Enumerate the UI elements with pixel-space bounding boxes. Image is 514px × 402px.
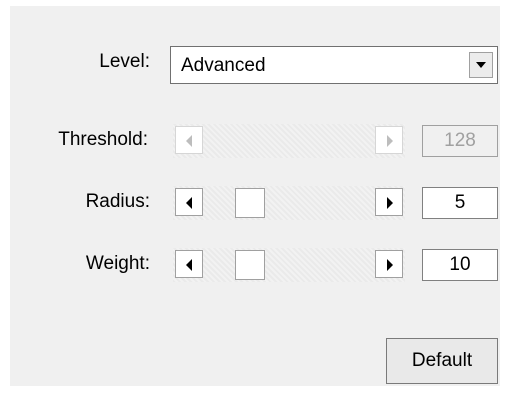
right-arrow-icon[interactable] (375, 188, 403, 216)
radius-slider[interactable] (173, 186, 405, 220)
settings-panel: Level: Advanced Threshold: 128 Radius: 5… (10, 6, 500, 386)
level-value: Advanced (181, 55, 266, 76)
radius-value-field[interactable]: 5 (422, 187, 498, 219)
radius-label: Radius: (85, 191, 150, 212)
level-dropdown[interactable]: Advanced (170, 46, 498, 84)
right-arrow-icon[interactable] (375, 250, 403, 278)
left-arrow-icon[interactable] (175, 126, 203, 154)
weight-slider[interactable] (173, 248, 405, 282)
left-arrow-icon[interactable] (175, 250, 203, 278)
weight-value-field[interactable]: 10 (422, 249, 498, 281)
threshold-slider[interactable] (173, 124, 405, 158)
threshold-label: Threshold: (58, 129, 148, 150)
radius-slider-thumb[interactable] (235, 188, 265, 218)
right-arrow-icon[interactable] (375, 126, 403, 154)
left-arrow-icon[interactable] (175, 188, 203, 216)
level-label: Level: (99, 51, 150, 72)
weight-label: Weight: (85, 253, 150, 274)
threshold-value-field[interactable]: 128 (422, 125, 498, 157)
weight-slider-thumb[interactable] (235, 250, 265, 280)
chevron-down-icon[interactable] (469, 52, 493, 78)
default-button[interactable]: Default (386, 338, 498, 384)
